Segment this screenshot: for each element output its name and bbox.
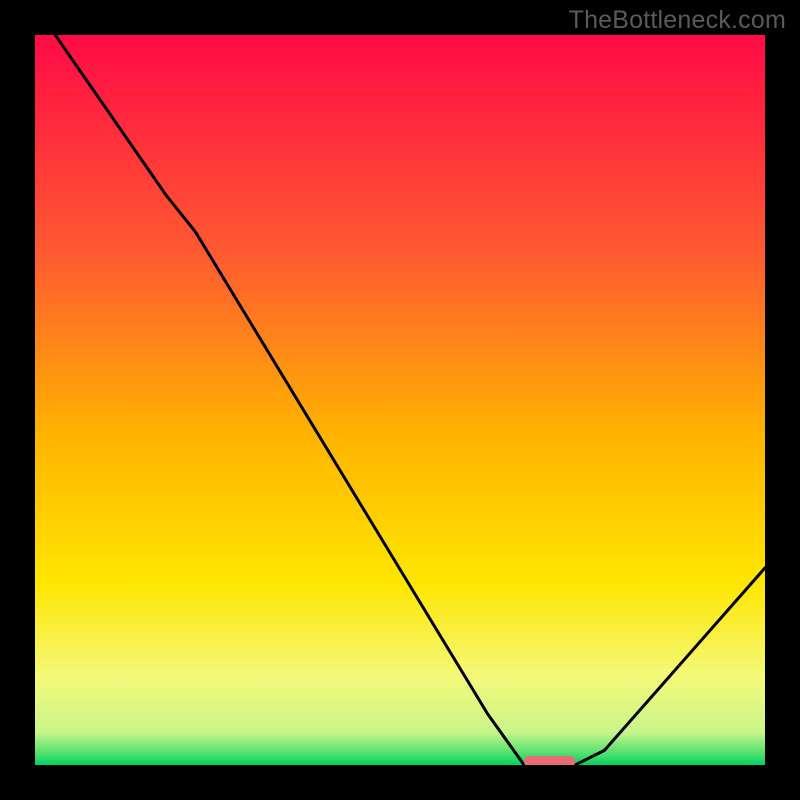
gradient-background bbox=[35, 35, 765, 765]
optimal-marker bbox=[524, 756, 575, 765]
bottleneck-chart bbox=[35, 35, 765, 765]
watermark-label: TheBottleneck.com bbox=[569, 6, 786, 35]
plot-area bbox=[35, 35, 765, 765]
chart-frame: TheBottleneck.com bbox=[0, 0, 800, 800]
